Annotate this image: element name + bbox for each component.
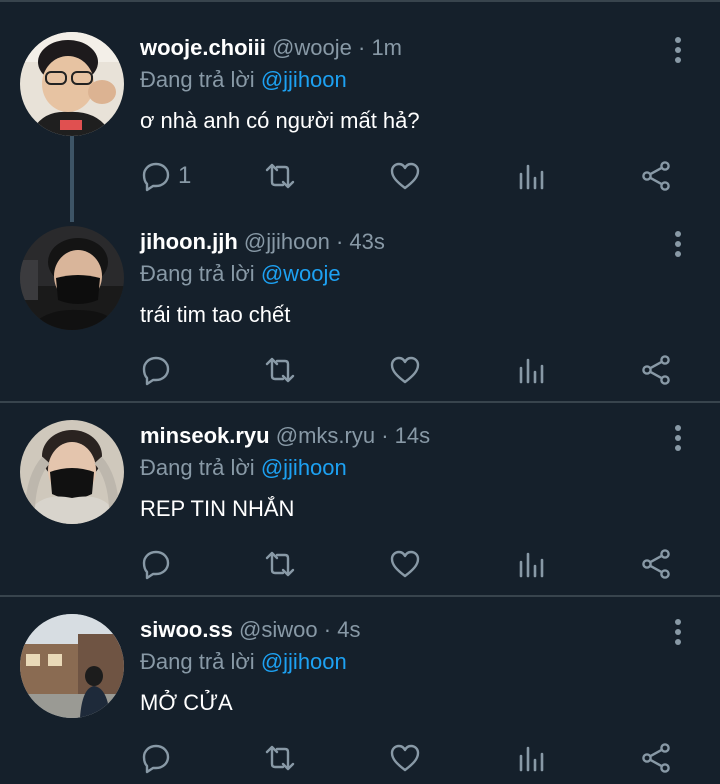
share-icon bbox=[642, 549, 670, 579]
display-name[interactable]: siwoo.ss bbox=[140, 617, 233, 642]
reply-icon bbox=[142, 162, 170, 192]
mention-link[interactable]: @wooje bbox=[261, 261, 341, 286]
share-button[interactable] bbox=[640, 544, 676, 584]
more-icon[interactable] bbox=[668, 423, 688, 453]
share-button[interactable] bbox=[640, 738, 676, 778]
share-button[interactable] bbox=[640, 350, 676, 390]
retweet-button[interactable] bbox=[264, 156, 300, 196]
avatar-siwoo[interactable] bbox=[20, 614, 124, 718]
tweet-header: wooje.choiii @wooje · 1m bbox=[140, 33, 402, 63]
analytics-icon bbox=[519, 746, 544, 772]
retweet-button[interactable] bbox=[264, 738, 300, 778]
reply-icon bbox=[142, 744, 170, 774]
tweet-divider bbox=[0, 401, 720, 403]
action-bar bbox=[0, 738, 720, 778]
replying-to-label: Đang trả lời bbox=[140, 455, 255, 480]
more-icon[interactable] bbox=[668, 617, 688, 647]
action-bar: 1 bbox=[0, 156, 720, 196]
replying-to: Đang trả lời @jjihoon bbox=[140, 453, 347, 483]
timestamp[interactable]: 4s bbox=[337, 617, 360, 642]
retweet-icon bbox=[265, 163, 295, 189]
reply-button[interactable]: 1 bbox=[140, 156, 210, 196]
retweet-icon bbox=[265, 551, 295, 577]
user-handle[interactable]: @mks.ryu bbox=[276, 423, 375, 448]
tweet-divider bbox=[0, 595, 720, 597]
analytics-button[interactable] bbox=[516, 544, 552, 584]
tweet-text: trái tim tao chết bbox=[140, 302, 291, 327]
user-handle[interactable]: @wooje bbox=[272, 35, 352, 60]
analytics-icon bbox=[519, 164, 544, 190]
retweet-icon bbox=[265, 357, 295, 383]
display-name[interactable]: wooje.choiii bbox=[140, 35, 266, 60]
replying-to: Đang trả lời @jjihoon bbox=[140, 647, 347, 677]
reply-button[interactable] bbox=[140, 350, 176, 390]
reply-button[interactable] bbox=[140, 738, 176, 778]
share-icon bbox=[642, 161, 670, 191]
retweet-icon bbox=[265, 745, 295, 771]
avatar-minseok[interactable] bbox=[20, 420, 124, 524]
replying-to-label: Đang trả lời bbox=[140, 261, 255, 286]
analytics-icon bbox=[519, 358, 544, 384]
like-icon bbox=[390, 356, 420, 384]
avatar-wooje[interactable] bbox=[20, 32, 124, 136]
replying-to: Đang trả lời @wooje bbox=[140, 259, 341, 289]
analytics-button[interactable] bbox=[516, 350, 552, 390]
like-button[interactable] bbox=[389, 156, 425, 196]
user-handle[interactable]: @siwoo bbox=[239, 617, 318, 642]
more-icon[interactable] bbox=[668, 35, 688, 65]
share-icon bbox=[642, 743, 670, 773]
tweet-header: jihoon.jjh @jjihoon · 43s bbox=[140, 227, 385, 257]
tweet-text: ơ nhà anh có người mất hả? bbox=[140, 108, 420, 133]
reply-icon bbox=[142, 550, 170, 580]
analytics-button[interactable] bbox=[516, 156, 552, 196]
separator: · bbox=[381, 423, 389, 448]
share-button[interactable] bbox=[640, 156, 676, 196]
separator: · bbox=[323, 617, 332, 642]
display-name[interactable]: minseok.ryu bbox=[140, 423, 270, 448]
display-name[interactable]: jihoon.jjh bbox=[140, 229, 238, 254]
reply-button[interactable] bbox=[140, 544, 176, 584]
replying-to-label: Đang trả lời bbox=[140, 649, 255, 674]
separator: · bbox=[357, 35, 366, 60]
timestamp[interactable]: 14s bbox=[395, 423, 430, 448]
tweet-text: MỞ CỬA bbox=[140, 690, 233, 715]
like-button[interactable] bbox=[389, 350, 425, 390]
replying-to: Đang trả lời @jjihoon bbox=[140, 65, 347, 95]
retweet-button[interactable] bbox=[264, 350, 300, 390]
tweet-header: siwoo.ss @siwoo · 4s bbox=[140, 615, 360, 645]
analytics-icon bbox=[519, 552, 544, 578]
top-divider bbox=[0, 0, 720, 2]
reply-count: 1 bbox=[178, 162, 192, 189]
action-bar bbox=[0, 350, 720, 390]
share-icon bbox=[642, 355, 670, 385]
like-icon bbox=[390, 744, 420, 772]
like-button[interactable] bbox=[389, 544, 425, 584]
action-bar bbox=[0, 544, 720, 584]
more-icon[interactable] bbox=[668, 229, 688, 259]
like-button[interactable] bbox=[389, 738, 425, 778]
replying-to-label: Đang trả lời bbox=[140, 67, 255, 92]
like-icon bbox=[390, 162, 420, 190]
analytics-button[interactable] bbox=[516, 738, 552, 778]
tweet-header: minseok.ryu @mks.ryu · 14s bbox=[140, 421, 430, 451]
user-handle[interactable]: @jjihoon bbox=[244, 229, 330, 254]
retweet-button[interactable] bbox=[264, 544, 300, 584]
timestamp[interactable]: 43s bbox=[349, 229, 384, 254]
tweet-text: REP TIN NHẮN bbox=[140, 496, 295, 521]
mention-link[interactable]: @jjihoon bbox=[261, 649, 347, 674]
reply-icon bbox=[142, 356, 170, 386]
mention-link[interactable]: @jjihoon bbox=[261, 455, 347, 480]
like-icon bbox=[390, 550, 420, 578]
avatar-jihoon[interactable] bbox=[20, 226, 124, 330]
mention-link[interactable]: @jjihoon bbox=[261, 67, 347, 92]
timestamp[interactable]: 1m bbox=[371, 35, 402, 60]
separator: · bbox=[335, 229, 344, 254]
